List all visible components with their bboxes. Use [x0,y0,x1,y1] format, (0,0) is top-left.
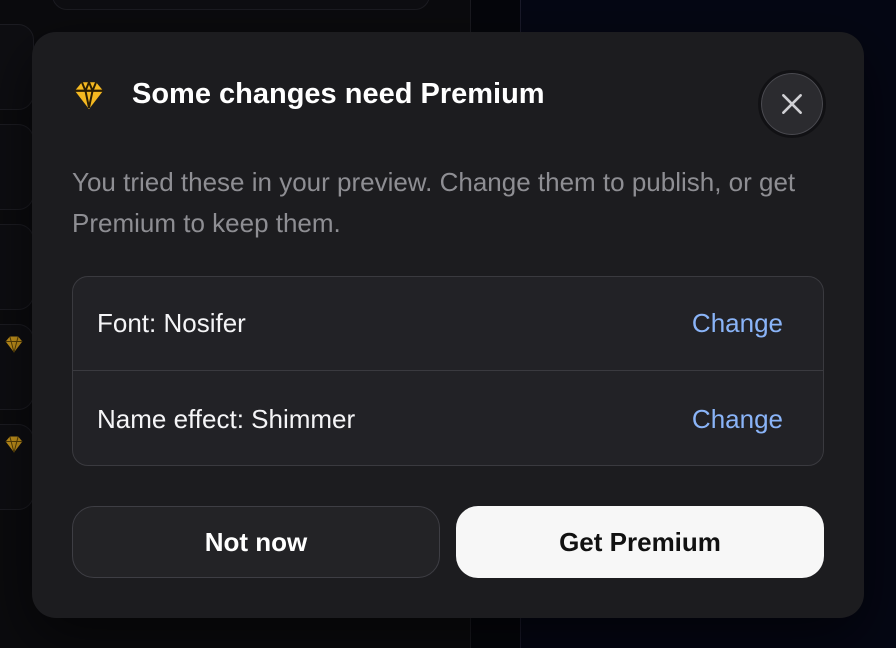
not-now-button[interactable]: Not now [72,506,440,578]
premium-required-dialog: Some changes need Premium You tried thes… [32,32,864,618]
background-card [0,124,34,210]
change-font-link[interactable]: Change [692,308,783,339]
changes-list: Font: Nosifer Change Name effect: Shimme… [72,276,824,466]
change-label: Name effect: Shimmer [97,403,356,434]
list-item: Font: Nosifer Change [73,277,823,371]
background-card [52,0,430,10]
close-button[interactable] [758,70,826,138]
premium-gem-icon [5,336,23,353]
dialog-description: You tried these in your preview. Change … [72,167,796,238]
close-icon [782,94,802,114]
get-premium-button[interactable]: Get Premium [456,506,824,578]
dialog-title: Some changes need Premium [132,78,545,110]
premium-gem-icon [74,79,104,110]
background-card [0,24,34,110]
change-label: Font: Nosifer [97,308,246,338]
app-stage: Some changes need Premium You tried thes… [0,0,896,648]
background-card [0,224,34,310]
list-item: Name effect: Shimmer Change [73,372,823,465]
premium-gem-icon [5,436,23,453]
change-name-effect-link[interactable]: Change [692,404,783,435]
